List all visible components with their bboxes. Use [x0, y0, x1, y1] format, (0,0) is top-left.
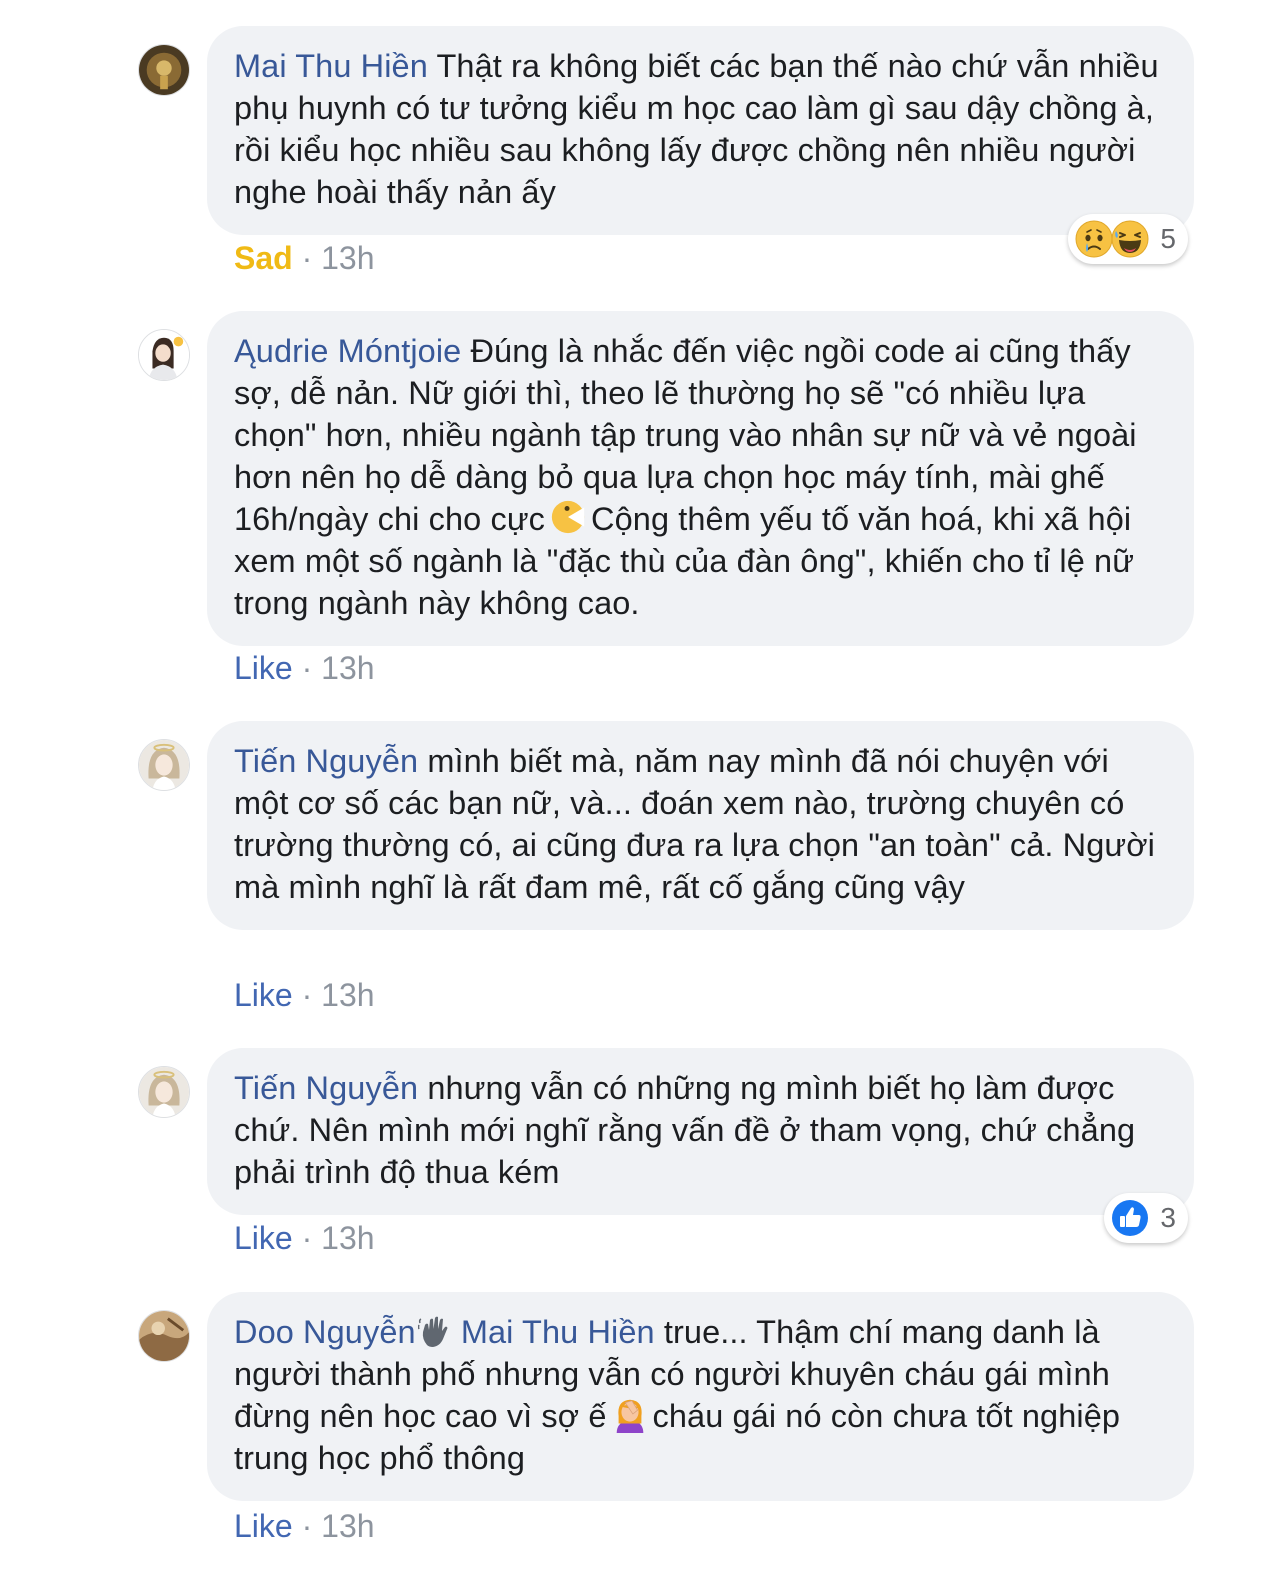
comment-actions: Like · 13h [234, 975, 375, 1015]
comment-bubble: Tiến Nguyễn mình biết mà, năm nay mình đ… [207, 721, 1194, 930]
separator: · [301, 1220, 313, 1256]
comment-time[interactable]: 13h [321, 977, 374, 1013]
separator: · [301, 240, 313, 276]
comment-text: Mai Thu Hiền Thật ra không biết các bạn … [234, 45, 1167, 213]
pacman-emoji-icon [549, 498, 587, 536]
comment-actions: Like · 13h [234, 1506, 375, 1546]
mention-link[interactable]: Mai Thu Hiền [461, 1314, 655, 1350]
comment-text: Ąudrie Móntjoie Đúng là nhắc đến việc ng… [234, 330, 1167, 624]
reaction-count: 5 [1160, 223, 1176, 254]
comment-bubble: Mai Thu Hiền Thật ra không biết các bạn … [207, 26, 1194, 235]
comment-actions: Sad · 13h [234, 238, 375, 278]
separator: · [301, 1508, 313, 1544]
avatar[interactable] [138, 44, 190, 96]
avatar-photo-icon [139, 1311, 189, 1361]
comment-actions: Like · 13h [234, 648, 375, 688]
avatar[interactable] [138, 329, 190, 381]
avatar[interactable] [138, 739, 190, 791]
reaction-summary[interactable]: 3 [1104, 1193, 1188, 1243]
comment-author[interactable]: Ąudrie Móntjoie [234, 333, 461, 369]
comment-time[interactable]: 13h [321, 650, 374, 686]
reaction-count: 3 [1160, 1202, 1176, 1233]
comment-text: Tiến Nguyễn mình biết mà, năm nay mình đ… [234, 740, 1167, 908]
separator: · [301, 650, 313, 686]
comment-author[interactable]: Tiến Nguyễn [234, 1070, 418, 1106]
sad-reaction-button[interactable]: Sad [234, 240, 293, 276]
comment-text: Doo Nguyễn Mai Thu Hiền true... Thậm chí… [234, 1311, 1167, 1479]
comment-bubble: Tiến Nguyễn nhưng vẫn có những ng mình b… [207, 1048, 1194, 1215]
comment-actions: Like · 13h [234, 1218, 375, 1258]
like-button[interactable]: Like [234, 977, 293, 1013]
haha-face-icon [1110, 219, 1150, 259]
avatar-photo-icon [139, 1067, 189, 1117]
like-button[interactable]: Like [234, 650, 293, 686]
reaction-summary[interactable]: 5 [1068, 214, 1188, 264]
like-button[interactable]: Like [234, 1508, 293, 1544]
separator: · [301, 977, 313, 1013]
comment-author[interactable]: Tiến Nguyễn [234, 743, 418, 779]
comment-time[interactable]: 13h [321, 240, 374, 276]
like-button[interactable]: Like [234, 1220, 293, 1256]
comment-time[interactable]: 13h [321, 1220, 374, 1256]
comment-text: Tiến Nguyễn nhưng vẫn có những ng mình b… [234, 1067, 1167, 1193]
avatar-photo-icon [139, 45, 189, 95]
waving-hand-icon [417, 1315, 450, 1349]
comment-author[interactable]: Mai Thu Hiền [234, 48, 428, 84]
comment-author[interactable]: Doo Nguyễn [234, 1314, 416, 1350]
comment-time[interactable]: 13h [321, 1508, 374, 1544]
comment-bubble: Ąudrie Móntjoie Đúng là nhắc đến việc ng… [207, 311, 1194, 646]
sad-face-icon [1074, 219, 1114, 259]
avatar-photo-icon [139, 740, 189, 790]
comment-bubble: Doo Nguyễn Mai Thu Hiền true... Thậm chí… [207, 1292, 1194, 1501]
thumbs-up-icon [1110, 1198, 1150, 1238]
avatar[interactable] [138, 1310, 190, 1362]
face-palm-woman-emoji-icon [611, 1395, 649, 1433]
avatar[interactable] [138, 1066, 190, 1118]
avatar-photo-icon [139, 330, 189, 380]
